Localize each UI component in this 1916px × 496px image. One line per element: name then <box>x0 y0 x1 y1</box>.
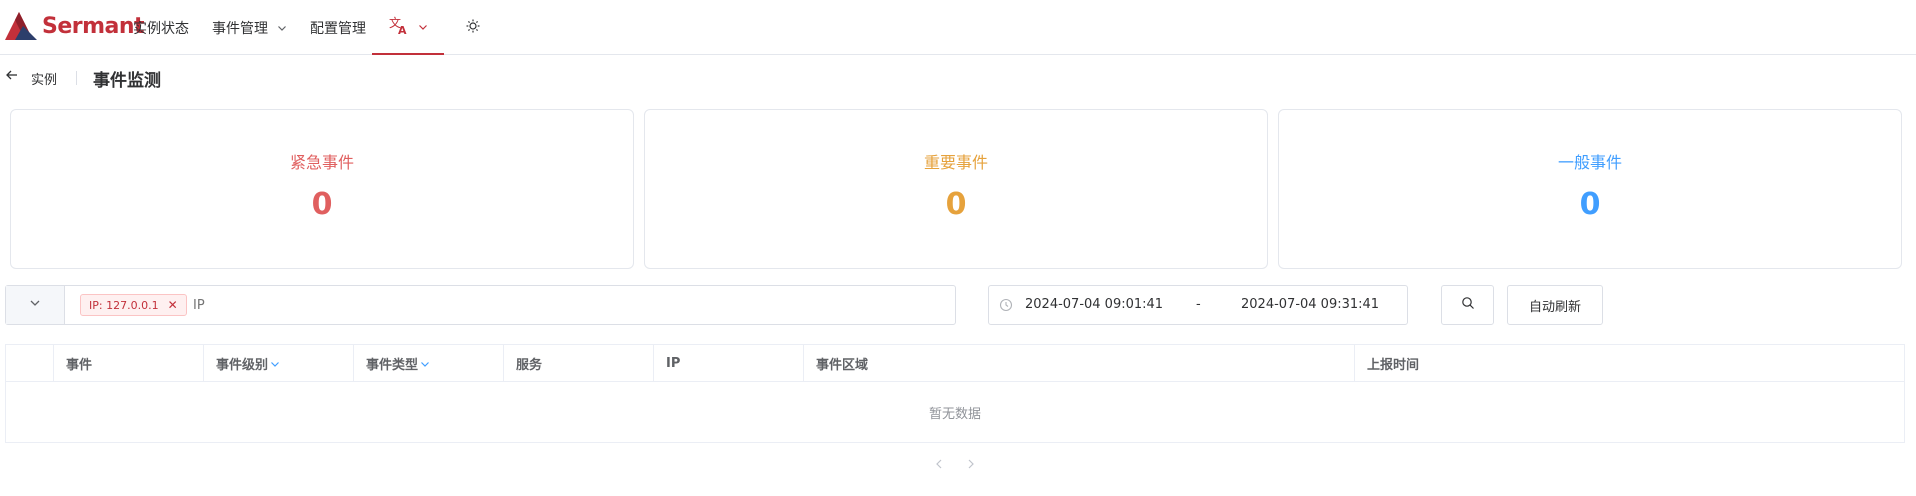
nav-label: 实例状态 <box>133 20 189 37</box>
card-label: 紧急事件 <box>289 153 354 172</box>
chevron-down-icon <box>277 23 287 33</box>
nav-event-management[interactable]: 事件管理 <box>212 0 287 55</box>
column-header: 事件区域 <box>803 345 1354 382</box>
column-header: 事件 <box>53 345 203 382</box>
critical-events-card: 紧急事件 0 <box>10 109 634 269</box>
date-separator: - <box>1196 297 1201 312</box>
end-date[interactable]: 2024-07-04 09:31:41 <box>1241 297 1379 312</box>
card-label: 重要事件 <box>923 153 988 172</box>
filter-type-select[interactable] <box>6 286 65 324</box>
language-switcher[interactable]: 文 A <box>372 0 444 55</box>
theme-toggle[interactable] <box>466 0 480 55</box>
chevron-down-icon <box>418 22 428 32</box>
filter-chevron-icon <box>420 359 430 369</box>
important-events-card: 重要事件 0 <box>644 109 1268 269</box>
chevron-right-icon[interactable] <box>966 458 976 474</box>
card-label: 一般事件 <box>1557 153 1622 172</box>
start-date[interactable]: 2024-07-04 09:01:41 <box>1025 297 1163 312</box>
svg-text:A: A <box>398 24 407 35</box>
column-header: IP <box>653 345 803 382</box>
column-header: 事件类型 <box>366 358 419 373</box>
logo-mark-icon <box>5 12 37 40</box>
clock-icon <box>999 298 1013 316</box>
nav-config-management[interactable]: 配置管理 <box>310 0 366 55</box>
column-header-type[interactable]: 事件类型 <box>353 345 503 382</box>
filter-input[interactable] <box>193 295 893 315</box>
page-title: 事件监测 <box>93 71 161 91</box>
sun-icon <box>466 19 480 37</box>
auto-refresh-button[interactable]: 自动刷新 <box>1507 285 1603 325</box>
select-column <box>6 345 53 382</box>
top-navbar: Sermant 实例状态 事件管理 配置管理 文 A <box>0 0 1916 55</box>
chevron-down-icon <box>29 297 41 313</box>
filter-bar: IP: 127.0.0.1 ✕ <box>5 285 956 325</box>
nav-label: 配置管理 <box>310 20 366 37</box>
breadcrumb: 实例 事件监测 <box>0 62 400 92</box>
events-table: 事件 事件级别 事件类型 服务 IP 事件区域 上报时间 暂无数据 <box>5 344 1905 443</box>
nav-label: 事件管理 <box>212 20 268 37</box>
search-button[interactable] <box>1441 285 1494 325</box>
sermant-logo[interactable]: Sermant <box>5 8 145 44</box>
empty-state-text: 暂无数据 <box>928 406 981 422</box>
general-events-card: 一般事件 0 <box>1278 109 1902 269</box>
chevron-left-icon[interactable] <box>934 458 944 474</box>
pagination <box>930 455 980 475</box>
filter-tag: IP: 127.0.0.1 ✕ <box>80 294 187 316</box>
filter-chevron-icon <box>270 359 280 369</box>
back-link[interactable]: 实例 <box>31 69 57 88</box>
table-header: 事件 事件级别 事件类型 服务 IP 事件区域 上报时间 <box>6 345 1904 382</box>
divider <box>76 71 77 85</box>
nav-instance-status[interactable]: 实例状态 <box>133 0 189 55</box>
card-value: 0 <box>1579 187 1601 222</box>
search-icon <box>1461 296 1475 314</box>
translate-icon: 文 A <box>389 15 409 39</box>
column-header-level[interactable]: 事件级别 <box>203 345 353 382</box>
date-range-picker[interactable]: 2024-07-04 09:01:41 - 2024-07-04 09:31:4… <box>988 285 1408 325</box>
card-value: 0 <box>945 187 967 222</box>
filter-tag-label: IP: 127.0.0.1 <box>89 298 159 312</box>
column-header: 事件级别 <box>216 358 269 373</box>
arrow-left-icon[interactable] <box>5 68 19 86</box>
column-header: 服务 <box>503 345 653 382</box>
card-value: 0 <box>311 187 333 222</box>
brand-name: Sermant <box>42 13 145 39</box>
close-icon[interactable]: ✕ <box>168 298 178 312</box>
column-header: 上报时间 <box>1354 345 1904 382</box>
